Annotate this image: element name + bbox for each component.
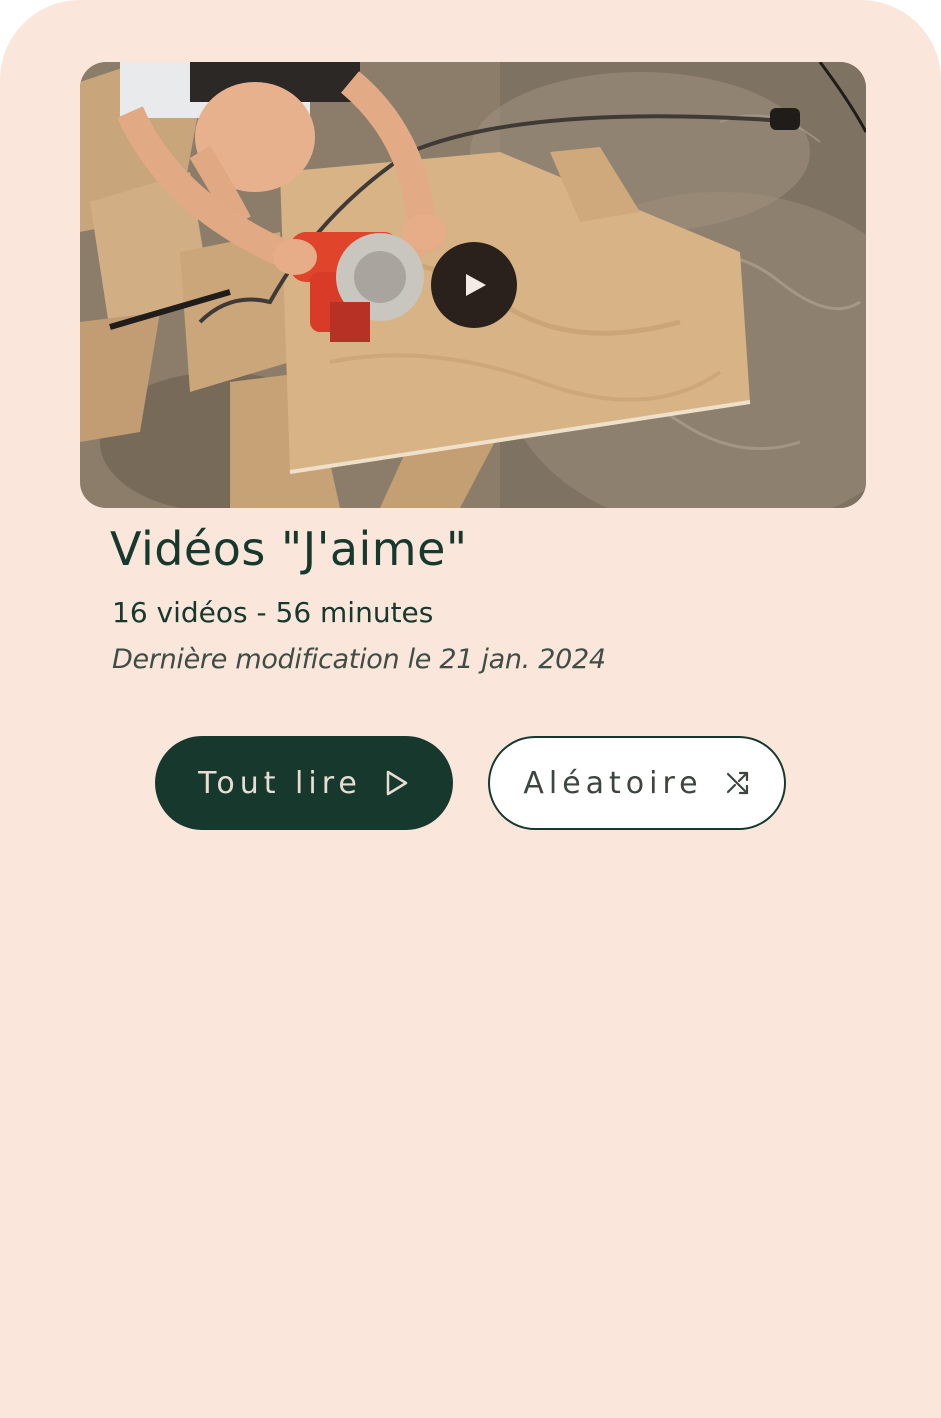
playlist-card: Vidéos "J'aime" 16 vidéos - 56 minutes D… xyxy=(0,0,941,1418)
shuffle-label: Aléatoire xyxy=(523,765,703,801)
play-video-button[interactable] xyxy=(431,242,517,328)
play-all-button[interactable]: Tout lire xyxy=(155,736,453,830)
last-modified: Dernière modification le 21 jan. 2024 xyxy=(112,644,606,675)
play-all-label: Tout lire xyxy=(198,765,362,801)
play-icon xyxy=(466,274,486,296)
playlist-meta: 16 vidéos - 56 minutes xyxy=(112,596,434,629)
shuffle-icon xyxy=(725,770,751,796)
play-outline-icon xyxy=(384,769,410,797)
shuffle-button[interactable]: Aléatoire xyxy=(488,736,786,830)
playlist-title: Vidéos "J'aime" xyxy=(110,522,468,576)
